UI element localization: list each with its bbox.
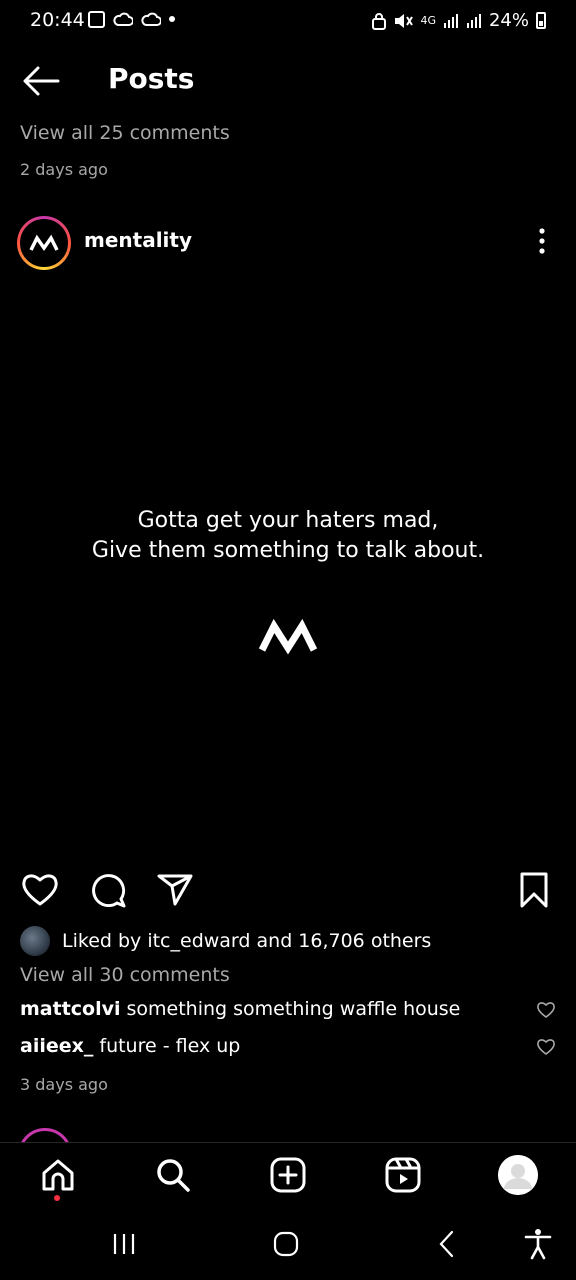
post-actions: [0, 866, 576, 914]
notification-icons: [88, 10, 175, 28]
comment-username[interactable]: mattcolvi: [20, 998, 121, 1020]
bottom-nav: [0, 1142, 576, 1208]
notification-dot: [54, 1195, 60, 1201]
comment-heart-icon[interactable]: [536, 1037, 556, 1057]
status-time: 20:44: [30, 9, 85, 31]
back-button-icon[interactable]: [430, 1226, 466, 1262]
share-icon[interactable]: [155, 870, 195, 910]
brand-logo-icon: [29, 234, 59, 252]
recent-apps-icon[interactable]: [106, 1226, 142, 1262]
network-type: 4G: [420, 14, 436, 27]
page-title: Posts: [108, 62, 195, 95]
accessibility-icon[interactable]: [520, 1226, 556, 1262]
back-arrow-icon[interactable]: [20, 62, 62, 100]
more-options-icon[interactable]: [530, 226, 554, 256]
comment-heart-icon[interactable]: [536, 1000, 556, 1020]
battery-icon: [536, 12, 546, 29]
create-icon[interactable]: [268, 1155, 308, 1195]
status-right: 4G 24%: [372, 10, 546, 31]
search-icon[interactable]: [153, 1155, 193, 1195]
profile-avatar[interactable]: [498, 1155, 538, 1195]
avatar[interactable]: [17, 216, 71, 270]
quote-line: Give them something to talk about.: [91, 538, 485, 563]
heart-icon[interactable]: [20, 870, 60, 910]
header: Posts: [0, 52, 576, 110]
cloud-icon: [113, 12, 133, 26]
battery-percent: 24%: [488, 10, 529, 31]
comment-text: future - flex up: [99, 1035, 241, 1057]
default-avatar-icon: [498, 1155, 538, 1195]
status-bar: 20:44 4G 24%: [0, 0, 576, 44]
signal-icon: [443, 13, 458, 28]
post-image[interactable]: Gotta get your haters mad, Give them som…: [0, 276, 576, 856]
view-all-comments-link[interactable]: View all 30 comments: [20, 964, 230, 986]
comment: mattcolvi something something waffle hous…: [20, 998, 556, 1028]
comment-username[interactable]: aiieex_: [20, 1035, 93, 1057]
liker-avatar: [20, 926, 50, 956]
next-post-avatar: [18, 1128, 72, 1142]
system-nav-bar: [0, 1208, 576, 1280]
comment-icon[interactable]: [88, 870, 128, 910]
gallery-icon: [88, 10, 105, 28]
comment: aiieex_ future - flex up: [20, 1035, 556, 1065]
post-header: mentality: [0, 214, 576, 270]
quote-line: Gotta get your haters mad,: [137, 508, 439, 533]
comment-text: something something waffle house: [126, 998, 461, 1020]
likes-text: Liked by itc_edward and 16,706 others: [62, 930, 432, 952]
home-icon[interactable]: [38, 1155, 78, 1195]
likes-row[interactable]: Liked by itc_edward and 16,706 others: [20, 925, 431, 957]
dot-icon: [169, 16, 175, 22]
lock-icon: [372, 12, 387, 30]
username[interactable]: mentality: [84, 228, 192, 252]
bookmark-icon[interactable]: [514, 870, 554, 910]
post-date: 3 days ago: [20, 1075, 108, 1094]
reels-icon[interactable]: [383, 1155, 423, 1195]
view-all-comments-link[interactable]: View all 25 comments: [20, 122, 230, 144]
cloud-icon: [141, 12, 161, 26]
brand-logo-icon: [258, 618, 318, 655]
mute-icon: [395, 13, 414, 28]
home-button-icon[interactable]: [268, 1226, 304, 1262]
post-date: 2 days ago: [20, 160, 108, 179]
signal-icon: [466, 13, 481, 28]
